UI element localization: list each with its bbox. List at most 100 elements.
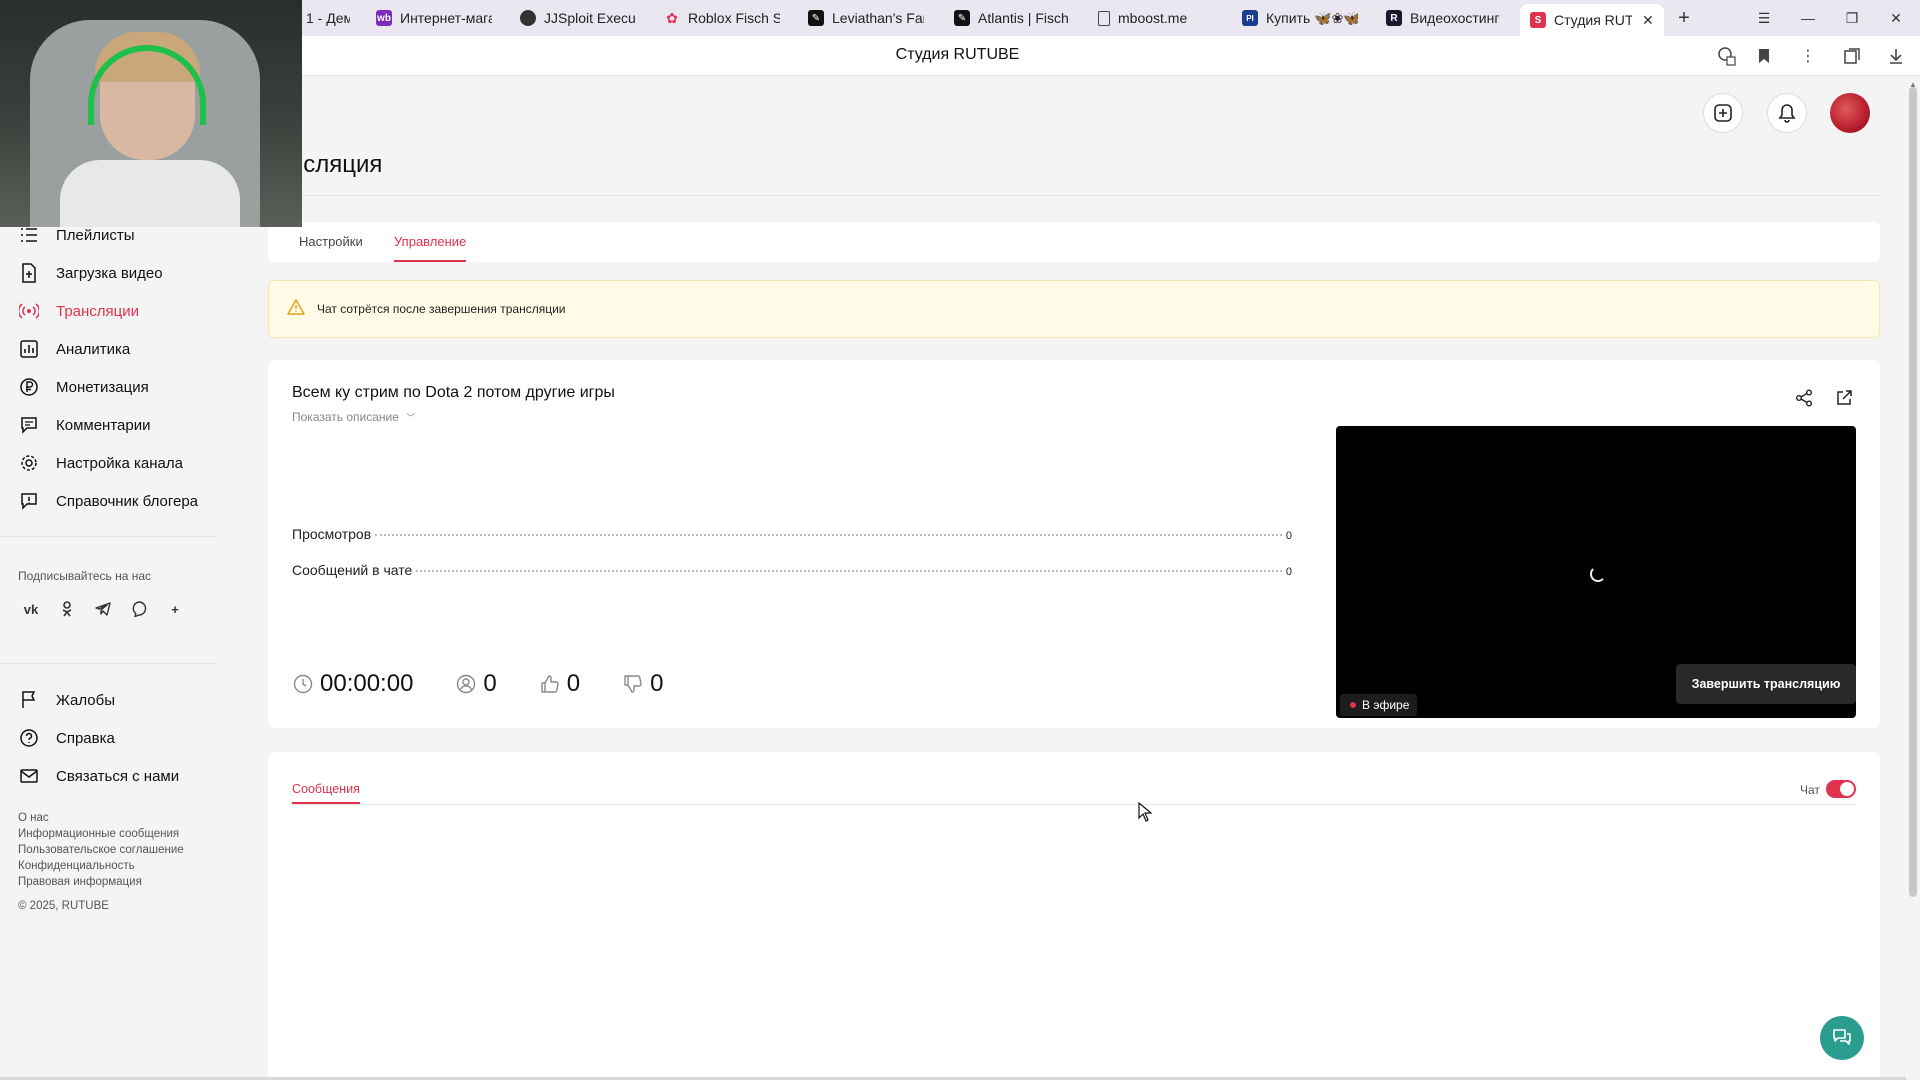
viewers-value: 0 [483,670,497,697]
chat-toggle[interactable] [1826,780,1856,798]
viber-icon[interactable] [126,596,152,622]
restore-icon[interactable]: ❐ [1836,6,1868,30]
scrollbar-thumb[interactable] [1909,87,1917,897]
footer-link-legal[interactable]: Правовая информация [18,876,142,888]
sidebar-item-upload[interactable]: Загрузка видео [18,261,163,285]
browser-tab[interactable]: PI Купить 🦋❀🦋 [1232,4,1368,32]
ruble-icon [18,376,40,398]
browser-tab[interactable]: mboost.me [1088,4,1224,32]
translate-icon[interactable] [1714,44,1738,68]
avatar[interactable] [1830,93,1870,133]
ok-icon[interactable] [54,596,80,622]
browser-tab[interactable]: 1 - Демо [296,4,360,32]
browser-tab[interactable]: ✎ Atlantis | Fisch W [944,4,1080,32]
tab-menu-icon[interactable]: ☰ [1748,6,1780,30]
telegram-icon[interactable] [90,596,116,622]
close-tab-icon[interactable]: ✕ [1642,12,1654,29]
minimize-icon[interactable]: — [1792,6,1824,30]
browser-tab-label: 1 - Демо [306,10,350,26]
dislikes-value: 0 [650,670,664,697]
sidebar-item-monetization[interactable]: Монетизация [18,375,149,399]
duration-value: 00:00:00 [320,670,414,697]
sidebar-item-complaints[interactable]: Жалобы [18,688,115,712]
stat-value: 0 [1285,566,1292,578]
sidebar-item-broadcasts[interactable]: Трансляции [18,299,139,323]
warning-text: Чат сотрётся после завершения трансляции [317,302,566,316]
end-stream-button[interactable]: Завершить трансляцию [1676,664,1856,704]
sidebar-item-help[interactable]: Справка [18,726,115,750]
browser-tab-active[interactable]: S Студия RUTU ✕ [1520,4,1664,36]
tab-manage[interactable]: Управление [394,234,466,249]
browser-tab[interactable]: R Видеохостинг R [1376,4,1512,32]
browser-tab[interactable]: JJSploit Executor [510,4,646,32]
stat-leader [375,534,1282,536]
sidebar-item-contact[interactable]: Связаться с нами [18,764,179,788]
support-chat-button[interactable] [1820,1016,1864,1060]
new-tab-button[interactable]: + [1672,6,1696,30]
active-tab-indicator [394,260,466,262]
user-icon [455,673,477,695]
show-description-label: Показать описание [292,410,399,424]
sidebar-item-blogger-guide[interactable]: Справочник блогера [18,489,198,513]
header-divider [268,195,1882,196]
stream-card: Всем ку стрим по Dota 2 потом другие игр… [268,360,1880,728]
toggle-knob [1840,782,1854,796]
open-external-icon[interactable] [1832,386,1856,410]
stream-counters: 00:00:00 0 0 0 [292,670,664,698]
browser-tab[interactable]: ✿ Roblox Fisch Scr [654,4,790,32]
footer-link-user-agreement[interactable]: Пользовательское соглашение [18,844,184,856]
sidebar-item-label: Настройка канала [56,454,183,472]
active-tab-indicator [292,802,360,804]
chat-warning-banner: Чат сотрётся после завершения трансляции [268,280,1880,338]
bookmark-icon[interactable] [1752,44,1776,68]
more-vertical-icon[interactable]: ⋮ [1796,44,1820,68]
mouse-cursor-icon [1138,801,1153,827]
stat-views: Просмотров 0 [292,526,1292,544]
sidebar-item-analytics[interactable]: Аналитика [18,337,130,361]
tab-messages[interactable]: Сообщения [292,782,360,796]
footer-link-about[interactable]: О нас [18,812,49,824]
clock-icon [292,673,314,695]
show-description-toggle[interactable]: Показать описание ﹀ [292,410,415,424]
browser-tab[interactable]: ✎ Leviathan's Fang [798,4,934,32]
sidebar-item-label: Связаться с нами [56,767,180,785]
extensions-icon[interactable] [1840,44,1864,68]
footer-link-privacy[interactable]: Конфиденциальность [18,860,135,872]
scroll-up-icon[interactable]: ▲ [1909,80,1917,89]
close-window-icon[interactable]: ✕ [1880,6,1912,30]
comment-icon [18,414,40,436]
browser-tab-label: Atlantis | Fisch W [978,10,1070,26]
sidebar-item-comments[interactable]: Комментарии [18,413,150,437]
live-badge-label: В эфире [1362,698,1410,712]
browser-tab[interactable]: wb Интернет-магаз [366,4,502,32]
vk-icon[interactable]: vk [18,596,44,622]
sidebar-item-label: Загрузка видео [56,264,163,282]
jjsploit-favicon-icon [520,10,536,26]
stream-tabs: Настройки Управление [268,222,1880,262]
browser-tab-label: Roblox Fisch Scr [688,10,780,26]
list-icon [18,224,40,246]
chat-bubbles-icon [1833,1029,1851,1045]
chart-icon [18,338,40,360]
bell-icon [1778,104,1796,123]
browser-tab-label: Студия RUTU [1554,12,1632,28]
sidebar-item-label: Монетизация [56,378,149,396]
tab-settings[interactable]: Настройки [299,234,363,249]
upload-icon [18,262,40,284]
download-icon[interactable] [1884,44,1908,68]
info-icon [18,490,40,512]
page-scrollbar[interactable] [1906,77,1920,1080]
gear-icon [18,452,40,474]
warning-icon [287,299,305,320]
follow-us-title: Подписывайтесь на нас [18,569,152,583]
sidebar-item-label: Справочник блогера [56,492,199,510]
page-title: нсляция [290,151,383,178]
studio-favicon-icon: S [1530,12,1546,28]
more-social-icon[interactable]: + [162,596,188,622]
notifications-button[interactable] [1767,93,1807,133]
flag-icon [18,689,40,711]
create-button[interactable] [1703,93,1743,133]
sidebar-item-channel-settings[interactable]: Настройка канала [18,451,183,475]
share-icon[interactable] [1792,386,1816,410]
footer-link-info-messages[interactable]: Информационные сообщения [18,828,179,840]
